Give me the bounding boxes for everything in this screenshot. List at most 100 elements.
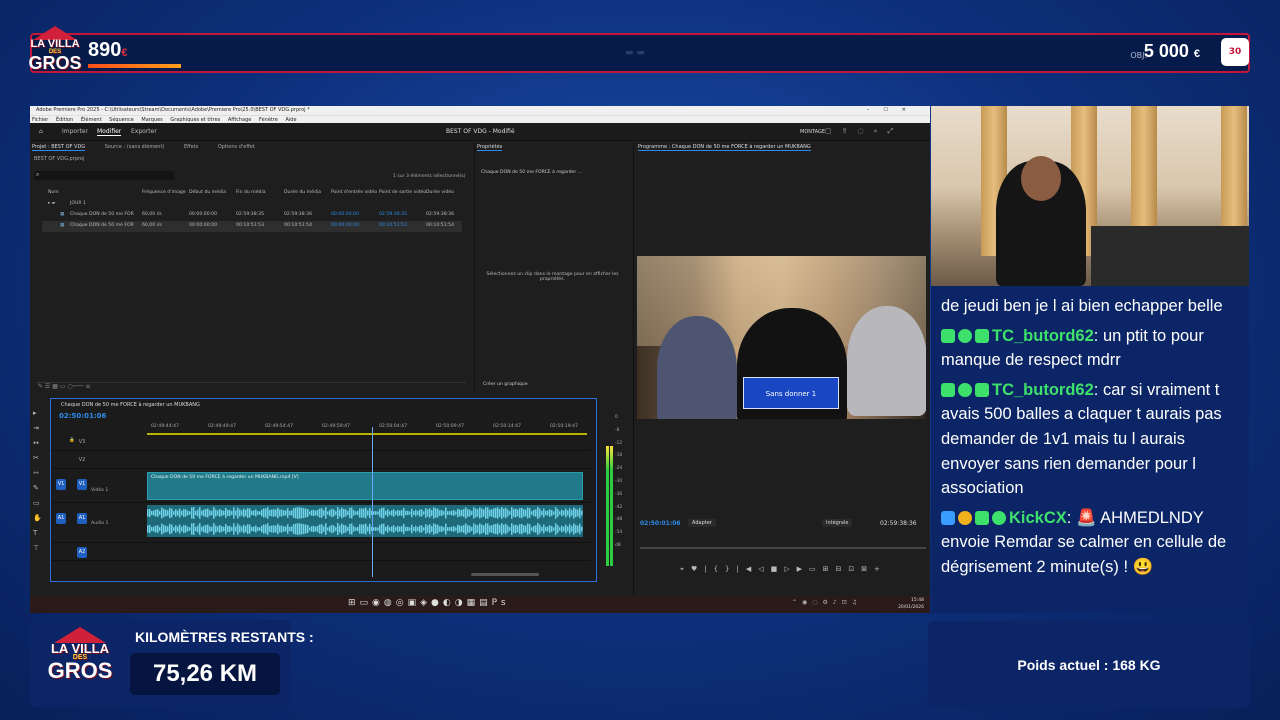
desk [1091,226,1249,286]
meter-scale: 0 -6 -12 -18 -24 -30 -36 -42 -48 -54 dB [615,415,623,548]
project-search-input[interactable]: ⌕ [34,171,174,180]
verified-badge-icon [992,510,1006,525]
track-v1[interactable]: V1 V1 Vidéo 1 Chaque DON de 50 me FORCE … [51,471,591,503]
create-graphic-button[interactable]: Créer un graphique [483,382,528,387]
program-timecode: 02:50:01:06 [640,520,681,527]
premiere-window: Adobe Premiere Pro 2025 - C:\Utilisateur… [30,106,930,613]
sponsor-logo-icon: 30 [1221,38,1249,66]
logo-bottom: LA VILLA DES GROS [46,627,114,699]
km-value: 75,26 KM [130,653,280,695]
tab-exporter[interactable]: Exporter [131,128,157,135]
project-file: BEST OF VDG.prproj [34,156,85,162]
gift-badge-icon [975,328,989,343]
window-titlebar: Adobe Premiere Pro 2025 - C:\Utilisateur… [30,106,930,115]
chat-message: KickCX: 🚨 AHMEDLNDY envoie Remdar se cal… [941,508,1227,576]
timeline-playhead[interactable] [372,427,373,577]
coin-badge-icon [958,510,972,525]
program-scrubber[interactable] [640,547,926,549]
chat-username[interactable]: TC_butord62 [992,381,1094,399]
subscriber-badge-icon [941,328,955,343]
track-a1[interactable]: A1 A1 Audio 1 [51,503,591,543]
taskbar-apps[interactable]: ⊞▭◉◍◎▣◈●◐◑▦▤Ps [348,598,510,608]
program-video-frame: Sans donner 1 [637,256,926,419]
workspace-label[interactable]: MONTAGE [800,129,825,135]
tools-panel[interactable]: ▸ ⇥ ↔ ✂ ⇿ ✎ ▭ ✋ T ⊤ [33,406,43,556]
video-track-label: Vidéo 1 [91,488,109,493]
timeline-panel: Chaque DON de 50 me FORCE à regarder un … [50,398,597,582]
properties-hint: Sélectionnez un clip dans le montage pou… [486,272,619,282]
webcam-feed [931,106,1249,286]
chat-username[interactable]: KickCX [1009,509,1067,527]
tab-project[interactable]: Projet : BEST OF VDG [32,144,86,151]
program-tab: Programme : Chaque DON de 50 me FORCE à … [638,144,811,151]
track-v3[interactable]: V3 🔒 [51,435,591,451]
project-tabs: Projet : BEST OF VDG Source : (sans élém… [30,142,470,152]
tier-badge-icon [958,328,972,343]
selection-info: 1 sur 3 éléments sélectionné(s) [393,174,466,179]
subscriber-badge-icon [975,510,989,525]
folder-icon: ▸ ▰ [48,201,56,206]
audio-waveform [147,507,583,535]
window-title: Adobe Premiere Pro 2025 - C:\Utilisateur… [36,107,310,113]
weight-text: Poids actuel : 168 KG [1017,656,1161,673]
chat-message: TC_butord62: un ptit to pour manque de r… [941,326,1204,370]
search-icon: ⌕ [36,171,40,178]
donation-progress [88,64,181,68]
streamer-head [1021,156,1061,201]
table-row[interactable]: ▸ ▰ JOUR 1 [42,199,462,210]
project-table: Nom Fréquence d'image Début du média Fin… [42,188,462,232]
sequence-icon: ▦ [60,212,65,217]
windows-taskbar: ⊞▭◉◍◎▣◈●◐◑▦▤Ps ⌃◉◌⚙♪⊡♫ 15:48 20/01/2026 [30,596,930,613]
person-left [657,316,737,419]
track-v2[interactable]: V2 [51,453,591,469]
chat-panel: de jeudi ben je l ai bien echapper belle… [931,286,1249,613]
app-header: ⌂ Importer Modifier Exporter BEST OF VDG… [30,123,930,141]
quality-dropdown[interactable]: Intégrale [822,519,853,527]
tab-source[interactable]: Source : (sans élément) [105,144,165,150]
chat-username[interactable]: TC_butord62 [992,327,1094,345]
meter-bar-left [606,446,609,566]
time-ruler[interactable]: 02:49:44:47 02:49:49:47 02:49:54:47 02:4… [147,421,587,435]
audio-clip[interactable] [147,505,583,537]
tab-effects[interactable]: Effets [184,144,198,150]
document-title: BEST OF VDG - Modifié [446,128,515,135]
track-a2[interactable]: A2 [51,545,591,561]
system-tray-icons[interactable]: ⌃◉◌⚙♪⊡♫ [792,599,862,606]
chat-message: TC_butord62: car si vraiment t avais 500… [941,380,1222,498]
header-icons[interactable]: ▢⇪◌⌕⤢ [825,127,903,136]
chat-message: de jeudi ben je l ai bien echapper belle [941,294,1239,319]
audio-meter [604,406,614,566]
table-header: Nom Fréquence d'image Début du média Fin… [48,190,454,195]
sequence-name[interactable]: Chaque DON de 50 me FORCE à regarder un … [61,402,200,408]
taskbar-clock[interactable]: 15:48 20/01/2026 [898,597,924,611]
table-row[interactable]: ▦ Chaque DON de 50 me FOR 60,00 i/s 00:0… [42,221,462,232]
subscriber-badge-icon [941,382,955,397]
timeline-timecode[interactable]: 02:50:01:06 [59,412,106,420]
tier-badge-icon [958,382,972,397]
tab-effect-options[interactable]: Options d'effet [218,144,255,150]
menu-bar: Fichier Édition Élément Séquence Marques… [30,115,930,123]
video-banner: Sans donner 1 [743,377,839,409]
donation-goal: 5 000 € [1143,41,1200,61]
properties-tab: Propriétés [477,144,503,151]
donation-count: 890€ [88,39,128,61]
window-controls[interactable]: –☐✕ [867,106,920,115]
playback-controls[interactable]: ⌖♥|{}|◀◁■▷▶▭⊞⊟⊡⊠+ [680,565,887,574]
sequence-icon: ▦ [60,223,65,228]
person-right [847,306,926,416]
timeline-scrollbar[interactable] [471,573,539,576]
fit-dropdown[interactable]: Adapter [688,519,716,527]
table-row[interactable]: ▦ Chaque DON de 50 me FOR 60,00 i/s 00:0… [42,210,462,221]
project-toolbar[interactable]: ✎ ☰ ▦ ▭ ○─── ≡ [36,382,466,392]
tab-modifier[interactable]: Modifier [97,128,122,136]
meter-bar-right [610,446,613,566]
center-icon: ▬ ▬ [625,48,645,58]
video-clip[interactable]: Chaque DON de 50 me FORCE à regarder un … [147,472,583,500]
logo-top: LA VILLA DES GROS [26,26,84,80]
km-label: KILOMÈTRES RESTANTS : [135,629,314,645]
chat-text: de jeudi ben je l ai bien echapper belle [941,297,1223,315]
audio-track-label: Audio 1 [91,521,109,526]
home-icon[interactable]: ⌂ [39,128,43,135]
project-panel: Projet : BEST OF VDG Source : (sans élém… [30,142,470,392]
tab-importer[interactable]: Importer [62,128,88,135]
